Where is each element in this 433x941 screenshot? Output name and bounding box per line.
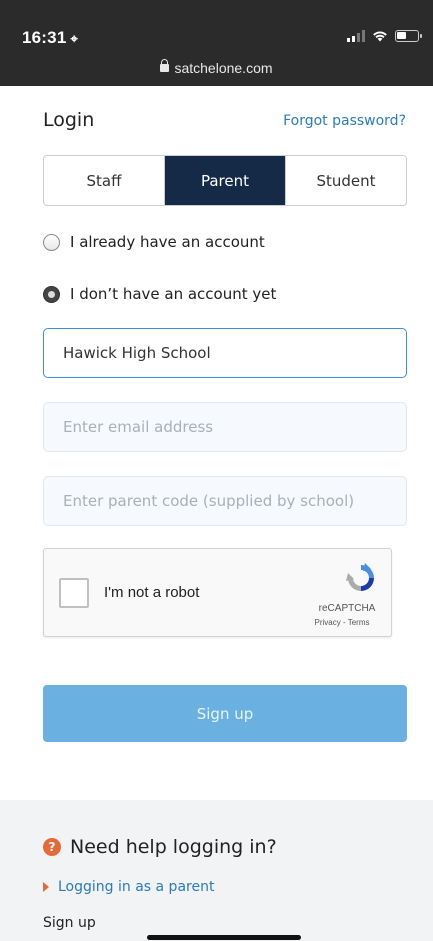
status-time: 16:31 ⌖ xyxy=(22,28,78,48)
radio-no-account[interactable]: I don’t have an account yet xyxy=(43,285,276,303)
parent-code-input[interactable] xyxy=(43,476,407,526)
wifi-icon xyxy=(373,31,387,42)
recaptcha-widget: I'm not a robot reCAPTCHA Privacy - Term… xyxy=(43,548,392,637)
help-link-text: Logging in as a parent xyxy=(58,879,215,895)
home-indicator[interactable] xyxy=(147,935,301,940)
lock-icon xyxy=(160,59,170,73)
radio-no-account-label: I don’t have an account yet xyxy=(70,285,277,303)
recaptcha-brand: reCAPTCHA xyxy=(318,603,376,614)
status-bar: 16:31 ⌖ satchelone.com xyxy=(0,0,433,86)
role-tabs: Staff Parent Student xyxy=(43,155,407,206)
radio-button-selected[interactable] xyxy=(43,285,60,303)
battery-icon xyxy=(395,30,422,42)
recaptcha-privacy-terms[interactable]: Privacy - Terms xyxy=(307,618,377,627)
sign-up-button[interactable]: Sign up xyxy=(43,685,407,742)
email-input[interactable] xyxy=(43,402,407,452)
help-title-text: Need help logging in? xyxy=(70,836,277,858)
location-arrow-icon: ⌖ xyxy=(70,31,79,46)
address-bar[interactable]: satchelone.com xyxy=(0,59,433,76)
help-panel: ? Need help logging in? Logging in as a … xyxy=(0,800,433,941)
recaptcha-label: I'm not a robot xyxy=(104,584,200,601)
recaptcha-logo-icon xyxy=(346,563,374,591)
radio-button[interactable] xyxy=(43,233,60,251)
question-mark-icon: ? xyxy=(43,838,61,856)
tab-student[interactable]: Student xyxy=(286,156,406,205)
tab-parent[interactable]: Parent xyxy=(165,156,286,205)
help-sign-up-link[interactable]: Sign up xyxy=(43,915,96,931)
caret-right-icon xyxy=(43,882,49,892)
status-icons xyxy=(347,30,422,42)
recaptcha-checkbox[interactable] xyxy=(59,578,89,608)
school-input[interactable] xyxy=(43,328,407,378)
radio-have-account[interactable]: I already have an account xyxy=(43,233,265,251)
logging-in-as-parent-link[interactable]: Logging in as a parent xyxy=(43,879,214,895)
radio-have-account-label: I already have an account xyxy=(70,233,265,251)
tab-staff[interactable]: Staff xyxy=(44,156,165,205)
login-title: Login xyxy=(43,109,95,131)
status-time-text: 16:31 xyxy=(22,28,67,47)
cellular-signal-icon xyxy=(347,30,365,42)
forgot-password-link[interactable]: Forgot password? xyxy=(283,113,406,129)
url-text: satchelone.com xyxy=(174,60,273,76)
help-title: ? Need help logging in? xyxy=(43,836,277,858)
